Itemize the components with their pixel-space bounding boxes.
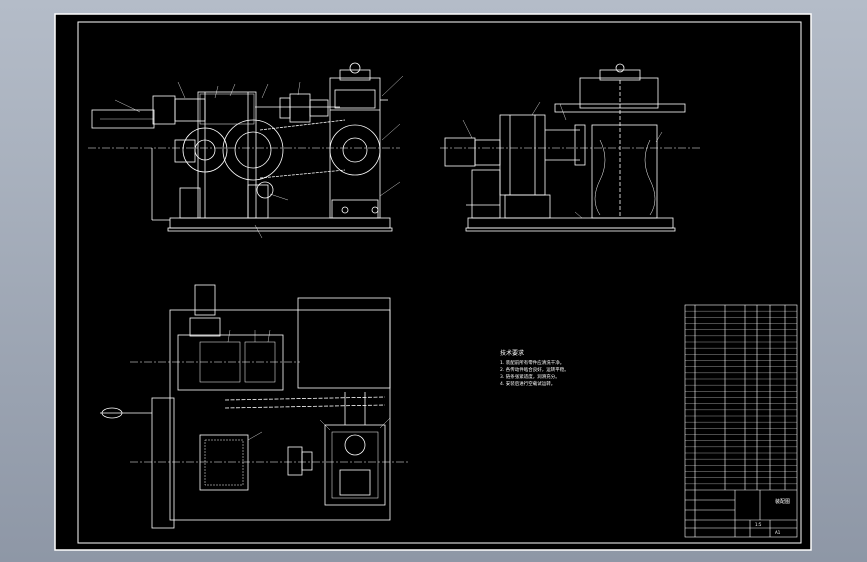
- note-line: 4. 安装后进行空载试运转。: [500, 380, 555, 387]
- drawing-sheet: [54, 13, 812, 551]
- cad-viewport[interactable]: 技术要求 1. 装配前所有零件应清洗干净。 2. 各传动件啮合良好，运转平稳。 …: [0, 0, 867, 562]
- note-line: 1. 装配前所有零件应清洗干净。: [500, 359, 564, 366]
- sheet-label: A1: [775, 530, 781, 535]
- scale-label: 1:5: [755, 522, 762, 527]
- note-line: 2. 各传动件啮合良好，运转平稳。: [500, 366, 569, 373]
- assembly-drawing: 技术要求 1. 装配前所有零件应清洗干净。 2. 各传动件啮合良好，运转平稳。 …: [54, 13, 812, 551]
- drawing-title: 装配图: [775, 498, 790, 505]
- note-line: 3. 链条张紧适度，润滑充分。: [500, 373, 560, 380]
- notes-heading: 技术要求: [500, 349, 524, 357]
